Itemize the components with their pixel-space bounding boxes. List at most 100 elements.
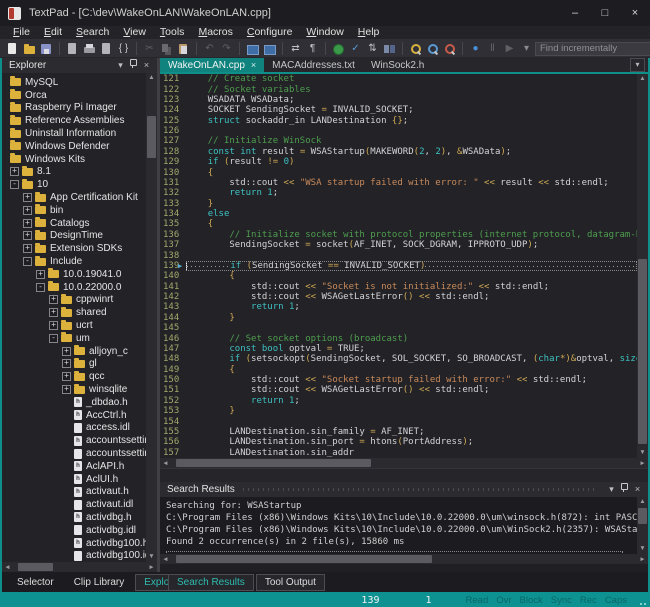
code-line[interactable]: 147 const bool optval = TRUE;: [160, 344, 637, 354]
code-line[interactable]: 137 SendingSocket = socket(AF_INET, SOCK…: [160, 240, 637, 250]
tree-item-app-certification-kit[interactable]: +App Certification Kit: [2, 191, 146, 204]
scroll-right-icon[interactable]: ►: [146, 564, 157, 571]
resize-grip-icon[interactable]: [637, 596, 647, 606]
minimize-button[interactable]: –: [560, 0, 590, 26]
code-line[interactable]: 126: [160, 126, 637, 136]
code-line[interactable]: 130 {: [160, 167, 637, 177]
scroll-right-icon[interactable]: ►: [637, 460, 648, 467]
code-line[interactable]: 123 WSADATA WSAData;: [160, 95, 637, 105]
expand-collapsed-icon[interactable]: +: [62, 347, 71, 356]
open-file-icon[interactable]: [22, 42, 37, 56]
code-line[interactable]: 141 std::cout << "Socket is not initiali…: [160, 282, 637, 292]
scroll-thumb[interactable]: [638, 259, 647, 445]
tree-item-qcc[interactable]: +qcc: [2, 370, 146, 383]
menu-search[interactable]: Search: [69, 26, 116, 39]
search-pin-icon[interactable]: [618, 482, 631, 497]
menu-macros[interactable]: Macros: [191, 26, 239, 39]
search-dropdown-icon[interactable]: ▾: [605, 482, 618, 497]
menu-configure[interactable]: Configure: [240, 26, 300, 39]
tree-item-catalogs[interactable]: +Catalogs: [2, 217, 146, 230]
expand-collapsed-icon[interactable]: +: [23, 244, 32, 253]
match-brace-icon[interactable]: { }: [116, 41, 131, 56]
status-column-number[interactable]: 1: [425, 595, 431, 606]
find-in-files-icon[interactable]: [425, 42, 440, 56]
tab-macaddresses-txt[interactable]: MACAddresses.txt: [264, 58, 363, 72]
expand-collapsed-icon[interactable]: +: [49, 308, 58, 317]
status-flag-ovr[interactable]: Ovr: [496, 595, 511, 606]
scroll-left-icon[interactable]: ◄: [160, 556, 171, 563]
scroll-thumb[interactable]: [176, 555, 432, 563]
status-flag-rec[interactable]: Rec: [580, 595, 597, 606]
code-line[interactable]: 148 if (setsockopt(SendingSocket, SOL_SO…: [160, 354, 637, 364]
tree-item-dbdao-h[interactable]: h_dbdao.h: [2, 396, 146, 409]
tree-item-uninstall-information[interactable]: Uninstall Information: [2, 127, 146, 140]
menu-view[interactable]: View: [116, 26, 153, 39]
search-result-line[interactable]: Found 2 occurrence(s) in 2 file(s), 1586…: [166, 536, 637, 548]
replace-icon[interactable]: [442, 42, 457, 56]
status-line-number[interactable]: 139: [361, 595, 379, 606]
code-line[interactable]: 134 else: [160, 209, 637, 219]
code-line[interactable]: 149 {: [160, 365, 637, 375]
show-formatting-icon[interactable]: ¶: [305, 41, 320, 56]
tree-item-bin[interactable]: +bin: [2, 204, 146, 217]
tree-item-extension-sdks[interactable]: +Extension SDKs: [2, 242, 146, 255]
tab-wakeonlan-cpp[interactable]: WakeOnLAN.cpp×: [160, 58, 264, 72]
code-line[interactable]: 151 std::cout << WSAGetLastError() << st…: [160, 385, 637, 395]
expand-expanded-icon[interactable]: -: [49, 334, 58, 343]
indent-icon[interactable]: [245, 42, 260, 56]
search-close-icon[interactable]: ×: [631, 482, 644, 497]
tab-winsock2-h[interactable]: WinSock2.h: [363, 58, 432, 72]
scroll-thumb[interactable]: [176, 459, 372, 467]
tree-item-windows-defender[interactable]: Windows Defender: [2, 140, 146, 153]
status-flag-block[interactable]: Block: [520, 595, 543, 606]
word-wrap-icon[interactable]: ⇄: [288, 41, 303, 56]
status-flag-sync[interactable]: Sync: [551, 595, 572, 606]
tree-item-alljoyn-c[interactable]: +alljoyn_c: [2, 345, 146, 358]
expand-collapsed-icon[interactable]: +: [49, 295, 58, 304]
tree-item-10[interactable]: -10: [2, 178, 146, 191]
status-flag-read[interactable]: Read: [466, 595, 489, 606]
scroll-left-icon[interactable]: ◄: [2, 564, 13, 571]
tree-item-mysql[interactable]: MySQL: [2, 76, 146, 89]
tree-item-accountssettin[interactable]: haccountssettin: [2, 434, 146, 447]
expand-collapsed-icon[interactable]: +: [62, 372, 71, 381]
code-line[interactable]: 154: [160, 416, 637, 426]
print-preview-icon[interactable]: [99, 42, 114, 56]
expand-collapsed-icon[interactable]: +: [62, 385, 71, 394]
search-result-line[interactable]: C:\Program Files (x86)\Windows Kits\10\I…: [166, 524, 637, 536]
tree-item-activaut-h[interactable]: hactivaut.h: [2, 486, 146, 499]
tree-item-um[interactable]: -um: [2, 332, 146, 345]
tree-item-gl[interactable]: +gl: [2, 358, 146, 371]
find-incrementally-input[interactable]: [535, 42, 650, 56]
scroll-up-icon[interactable]: ▲: [637, 497, 648, 507]
sort-icon[interactable]: ⇅: [365, 41, 380, 56]
tree-item-aclui-h[interactable]: hAclUI.h: [2, 473, 146, 486]
scroll-up-icon[interactable]: ▲: [146, 73, 157, 83]
tree-item-cppwinrt[interactable]: +cppwinrt: [2, 294, 146, 307]
code-line[interactable]: 127 // Initialize WinSock: [160, 136, 637, 146]
tree-item-8-1[interactable]: +8.1: [2, 166, 146, 179]
scroll-thumb[interactable]: [147, 116, 156, 158]
tree-item-activdbg-idl[interactable]: activdbg.idl: [2, 524, 146, 537]
macro-list-icon[interactable]: ▾: [519, 41, 534, 56]
code-line[interactable]: 142 std::cout << WSAGetLastError() << st…: [160, 292, 637, 302]
code-line[interactable]: 153 }: [160, 406, 637, 416]
sidebar-tab-selector[interactable]: Selector: [8, 574, 63, 591]
tab-list-dropdown-icon[interactable]: ▾: [630, 58, 645, 72]
scroll-up-icon[interactable]: ▲: [637, 74, 648, 84]
tree-item-activdbg100-h[interactable]: hactivdbg100.h: [2, 537, 146, 550]
code-line[interactable]: 156 LANDestination.sin_port = htons(Port…: [160, 437, 637, 447]
expand-collapsed-icon[interactable]: +: [49, 321, 58, 330]
tree-item-ucrt[interactable]: +ucrt: [2, 319, 146, 332]
search-result-line[interactable]: C:\Program Files (x86)\Windows Kits\10\I…: [166, 512, 637, 524]
scroll-down-icon[interactable]: ▼: [637, 544, 648, 554]
tab-close-icon[interactable]: ×: [251, 60, 256, 70]
tree-item-include[interactable]: -Include: [2, 255, 146, 268]
tree-item-raspberry-pi-imager[interactable]: Raspberry Pi Imager: [2, 102, 146, 115]
explorer-dropdown-icon[interactable]: ▾: [114, 58, 127, 73]
undo-icon[interactable]: ↶: [202, 41, 217, 56]
code-line[interactable]: 133 }: [160, 199, 637, 209]
tree-item-10-0-22000-0[interactable]: -10.0.22000.0: [2, 281, 146, 294]
search-result-line[interactable]: Searching for: WSAStartup: [166, 500, 637, 512]
code-line[interactable]: 144 }: [160, 313, 637, 323]
